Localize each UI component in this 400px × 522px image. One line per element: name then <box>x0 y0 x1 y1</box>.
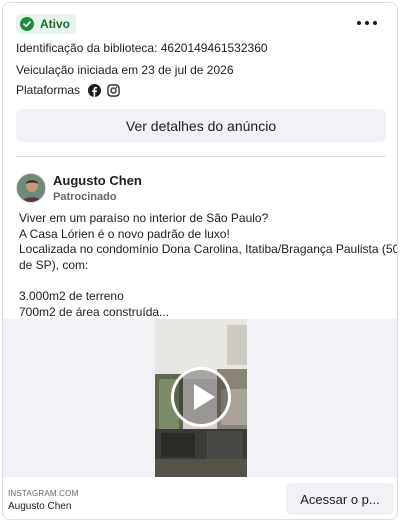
more-options-icon[interactable] <box>357 15 377 31</box>
sponsored-label: Patrocinado <box>53 191 117 203</box>
body-line: Viver em um paraíso no interior de São P… <box>19 211 269 225</box>
ad-footer: INSTAGRAM.COM Augusto Chen Acessar o p..… <box>3 477 397 519</box>
platforms-label: Plataformas <box>16 83 81 97</box>
status-badge: Ativo <box>16 14 76 34</box>
video-thumbnail[interactable] <box>155 319 247 477</box>
body-line: 3.000m2 de terreno <box>19 288 124 303</box>
ad-card: Ativo Identificação da biblioteca: 46201… <box>2 2 398 520</box>
play-button[interactable] <box>171 367 231 427</box>
media-area <box>3 319 397 477</box>
divider <box>16 156 386 157</box>
body-line: de SP), com: <box>19 257 89 272</box>
platforms-row: Plataformas <box>16 83 120 97</box>
body-line: 700m2 de área construída... <box>19 304 170 319</box>
advertiser-name[interactable]: Augusto Chen <box>53 173 142 188</box>
cta-button[interactable]: Acessar o p... <box>286 483 394 515</box>
avatar[interactable] <box>16 173 46 203</box>
play-icon <box>193 384 215 410</box>
link-domain: INSTAGRAM.COM <box>8 489 79 498</box>
body-line: Localizada no condomínio Dona Carolina, … <box>19 242 398 257</box>
facebook-icon <box>88 83 102 97</box>
instagram-icon <box>107 83 120 97</box>
library-id: Identificação da biblioteca: 46201494615… <box>16 41 268 55</box>
body-line <box>19 273 391 289</box>
link-title: Augusto Chen <box>8 501 72 512</box>
status-row: Ativo <box>16 13 76 35</box>
see-ad-details-button[interactable]: Ver detalhes do anúncio <box>16 109 386 142</box>
ad-body-text: Viver em um paraíso no interior de São P… <box>19 211 398 320</box>
body-line: A Casa Lórien é o novo padrão de luxo! <box>19 226 230 241</box>
check-circle-icon <box>20 17 34 31</box>
run-started: Veiculação iniciada em 23 de jul de 2026 <box>16 63 234 77</box>
status-label: Ativo <box>40 17 70 31</box>
